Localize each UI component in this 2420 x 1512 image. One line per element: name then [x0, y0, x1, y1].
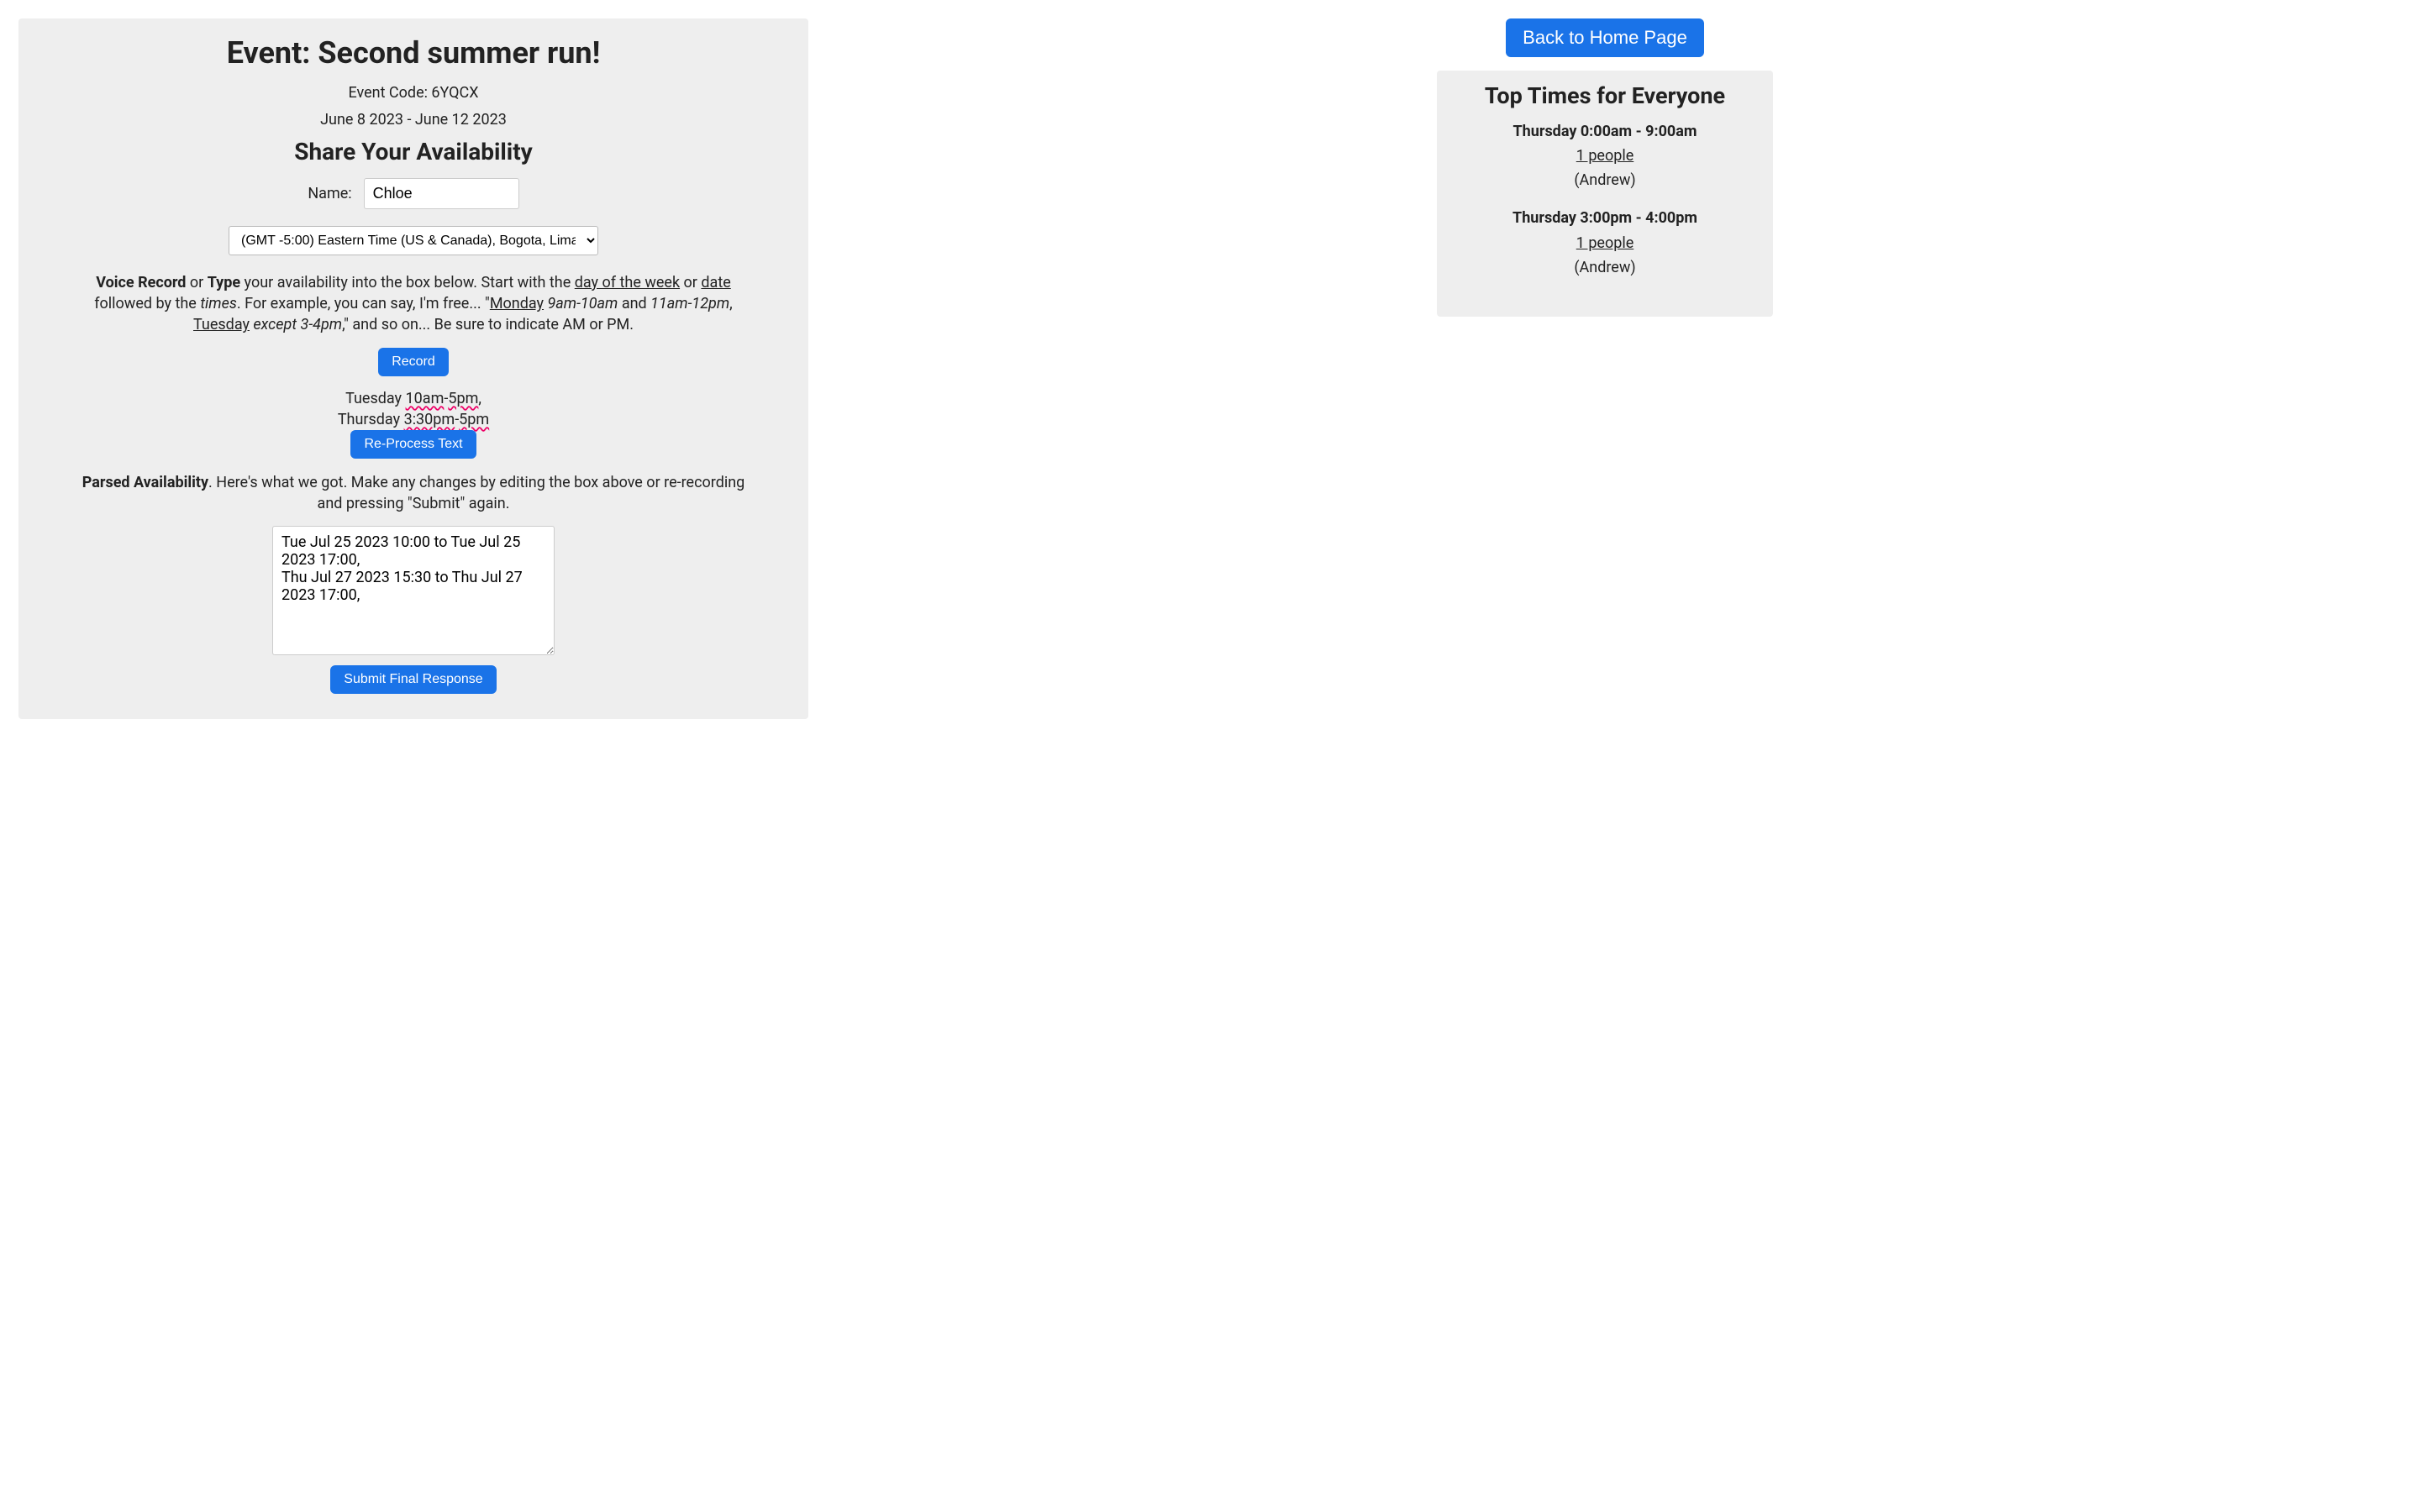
availability-textarea-wrap: Tuesday 10am-5pm, Thursday 3:30pm-5pm [77, 388, 750, 430]
slot-count-link[interactable]: 1 people [1576, 233, 1634, 254]
name-input[interactable] [364, 178, 519, 209]
parsed-description: Parsed Availability. Here's what we got.… [77, 472, 750, 514]
share-heading: Share Your Availability [77, 135, 750, 168]
event-title: Event: Second summer run! [77, 32, 750, 74]
availability-textarea[interactable]: Tuesday 10am-5pm, Thursday 3:30pm-5pm [77, 388, 750, 430]
slot-time: Thursday 0:00am - 9:00am [1457, 121, 1753, 142]
slot-who: (Andrew) [1457, 170, 1753, 191]
instructions-text: Voice Record or Type your availability i… [77, 272, 750, 336]
top-time-slot: Thursday 3:00pm - 4:00pm 1 people (Andre… [1457, 207, 1753, 278]
top-times-heading: Top Times for Everyone [1457, 81, 1753, 113]
back-home-button[interactable]: Back to Home Page [1506, 18, 1704, 57]
event-code: Event Code: 6YQCX [77, 82, 750, 103]
record-button[interactable]: Record [378, 348, 449, 376]
timezone-select[interactable]: (GMT -5:00) Eastern Time (US & Canada), … [229, 226, 598, 255]
side-panel: Back to Home Page Top Times for Everyone… [808, 18, 2402, 719]
slot-who: (Andrew) [1457, 257, 1753, 278]
top-times-card: Top Times for Everyone Thursday 0:00am -… [1437, 71, 1773, 317]
name-label: Name: [308, 183, 351, 204]
top-time-slot: Thursday 0:00am - 9:00am 1 people (Andre… [1457, 121, 1753, 192]
parsed-textarea[interactable]: Tue Jul 25 2023 10:00 to Tue Jul 25 2023… [272, 526, 555, 655]
slot-count-link[interactable]: 1 people [1576, 145, 1634, 166]
event-date-range: June 8 2023 - June 12 2023 [77, 109, 750, 130]
slot-time: Thursday 3:00pm - 4:00pm [1457, 207, 1753, 228]
submit-button[interactable]: Submit Final Response [330, 665, 496, 694]
reprocess-button[interactable]: Re-Process Text [350, 430, 476, 459]
main-panel: Event: Second summer run! Event Code: 6Y… [18, 18, 808, 719]
